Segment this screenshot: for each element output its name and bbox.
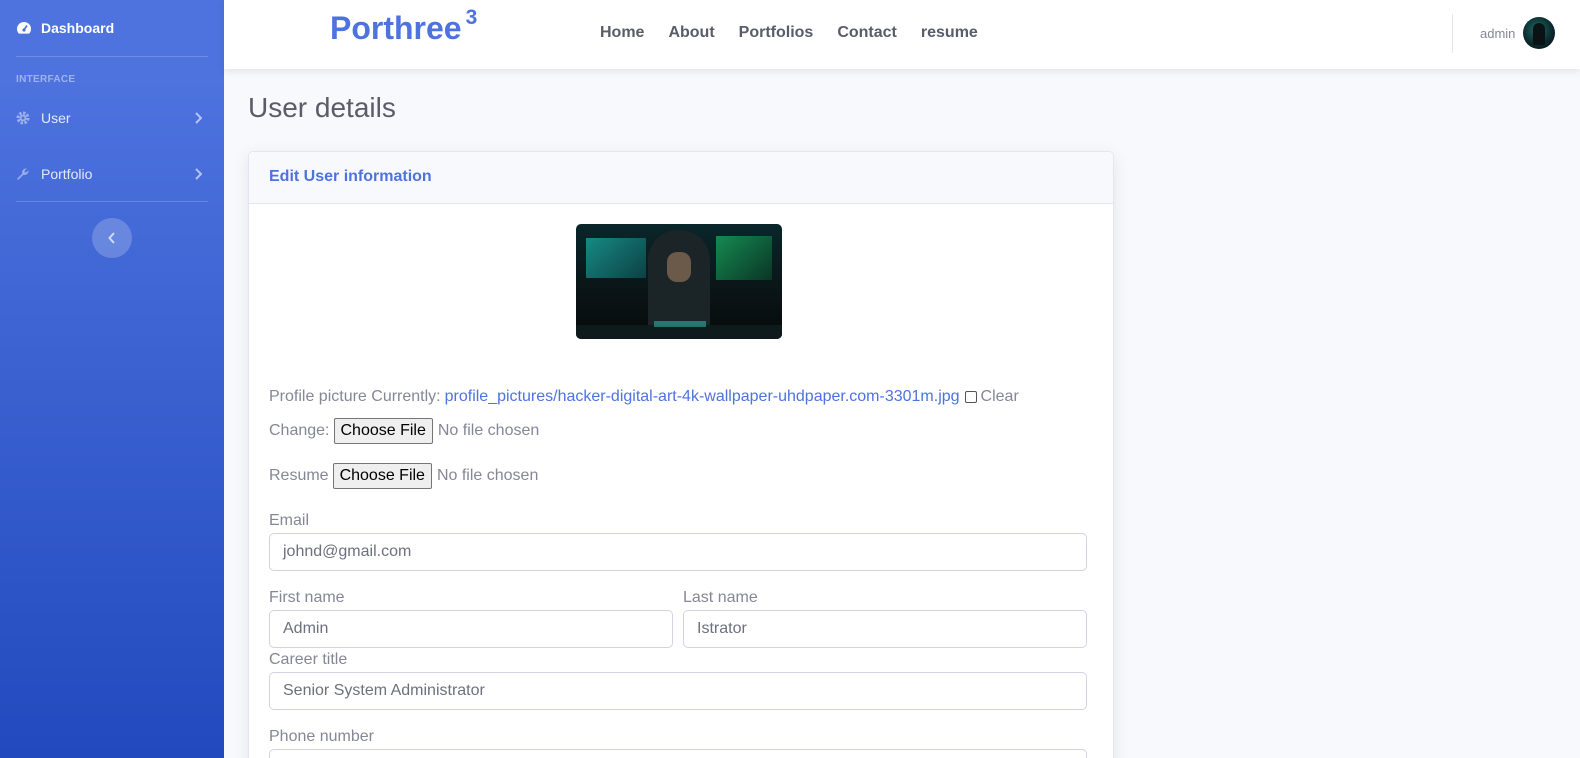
nav-portfolios[interactable]: Portfolios (739, 24, 814, 42)
profile-picture (576, 224, 782, 339)
resume-choose-file-button[interactable]: Choose File (332, 463, 432, 489)
sidebar-divider (16, 201, 208, 202)
profile-picture-label: Profile picture Currently: (269, 388, 441, 405)
sidebar-item-portfolio[interactable]: Portfolio (16, 162, 208, 186)
first-name-label: First name (269, 589, 345, 606)
change-picture-row: Change: Choose File No file chosen (269, 418, 539, 444)
avatar[interactable] (1523, 17, 1555, 49)
profile-no-file-text: No file chosen (437, 422, 540, 439)
sidebar-item-user[interactable]: User (16, 106, 208, 130)
chevron-right-icon (194, 111, 203, 127)
profile-picture-link[interactable]: profile_pictures/hacker-digital-art-4k-w… (445, 388, 960, 406)
email-label: Email (269, 512, 310, 529)
chevron-right-icon (194, 167, 203, 183)
nav-resume[interactable]: resume (921, 24, 978, 42)
card-header: Edit User information (249, 152, 1113, 204)
resume-no-file-text: No file chosen (436, 467, 539, 484)
chevron-left-icon (108, 232, 115, 244)
email-field[interactable]: johnd@gmail.com (269, 533, 1087, 571)
career-title-field[interactable]: Senior System Administrator (269, 672, 1087, 710)
main-nav: Home About Portfolios Contact resume (600, 24, 1002, 42)
phone-number-field[interactable] (269, 749, 1087, 758)
edit-user-card: Edit User information Profile picture Cu… (248, 151, 1114, 758)
sidebar: Dashboard INTERFACE User Portfolio (0, 0, 224, 758)
clear-checkbox[interactable] (964, 391, 977, 403)
gear-icon (16, 111, 32, 125)
sidebar-divider (16, 56, 208, 57)
last-name-label: Last name (683, 589, 758, 606)
sidebar-item-dashboard[interactable]: Dashboard (16, 18, 114, 38)
sidebar-toggle-button[interactable] (92, 218, 132, 258)
sidebar-item-label: Portfolio (41, 166, 93, 182)
nav-home[interactable]: Home (600, 24, 644, 42)
last-name-field[interactable]: Istrator (683, 610, 1087, 648)
topbar: Porthree 3 Home About Portfolios Contact … (224, 0, 1580, 69)
page-title: User details (248, 92, 396, 123)
topbar-divider (1452, 14, 1453, 53)
brand-superscript: 3 (465, 6, 478, 29)
card-title: Edit User information (269, 168, 432, 185)
tachometer-icon (17, 22, 31, 34)
career-title-label: Career title (269, 651, 348, 668)
sidebar-dashboard-label: Dashboard (41, 20, 115, 36)
nav-about[interactable]: About (668, 24, 714, 42)
user-name[interactable]: admin (1480, 26, 1515, 41)
brand-logo[interactable]: Porthree 3 (330, 6, 477, 47)
profile-choose-file-button[interactable]: Choose File (333, 418, 433, 444)
brand-text: Porthree (330, 10, 462, 46)
first-name-field[interactable]: Admin (269, 610, 673, 648)
sidebar-heading: INTERFACE (16, 74, 76, 85)
resume-label: Resume (269, 467, 329, 484)
phone-number-label: Phone number (269, 728, 374, 745)
nav-contact[interactable]: Contact (837, 24, 897, 42)
profile-picture-row: Profile picture Currently: profile_pictu… (269, 388, 1019, 406)
resume-row: Resume Choose File No file chosen (269, 463, 538, 489)
sidebar-item-label: User (41, 110, 71, 126)
clear-label: Clear (980, 388, 1019, 405)
wrench-icon (16, 167, 32, 181)
change-label: Change: (269, 422, 330, 439)
